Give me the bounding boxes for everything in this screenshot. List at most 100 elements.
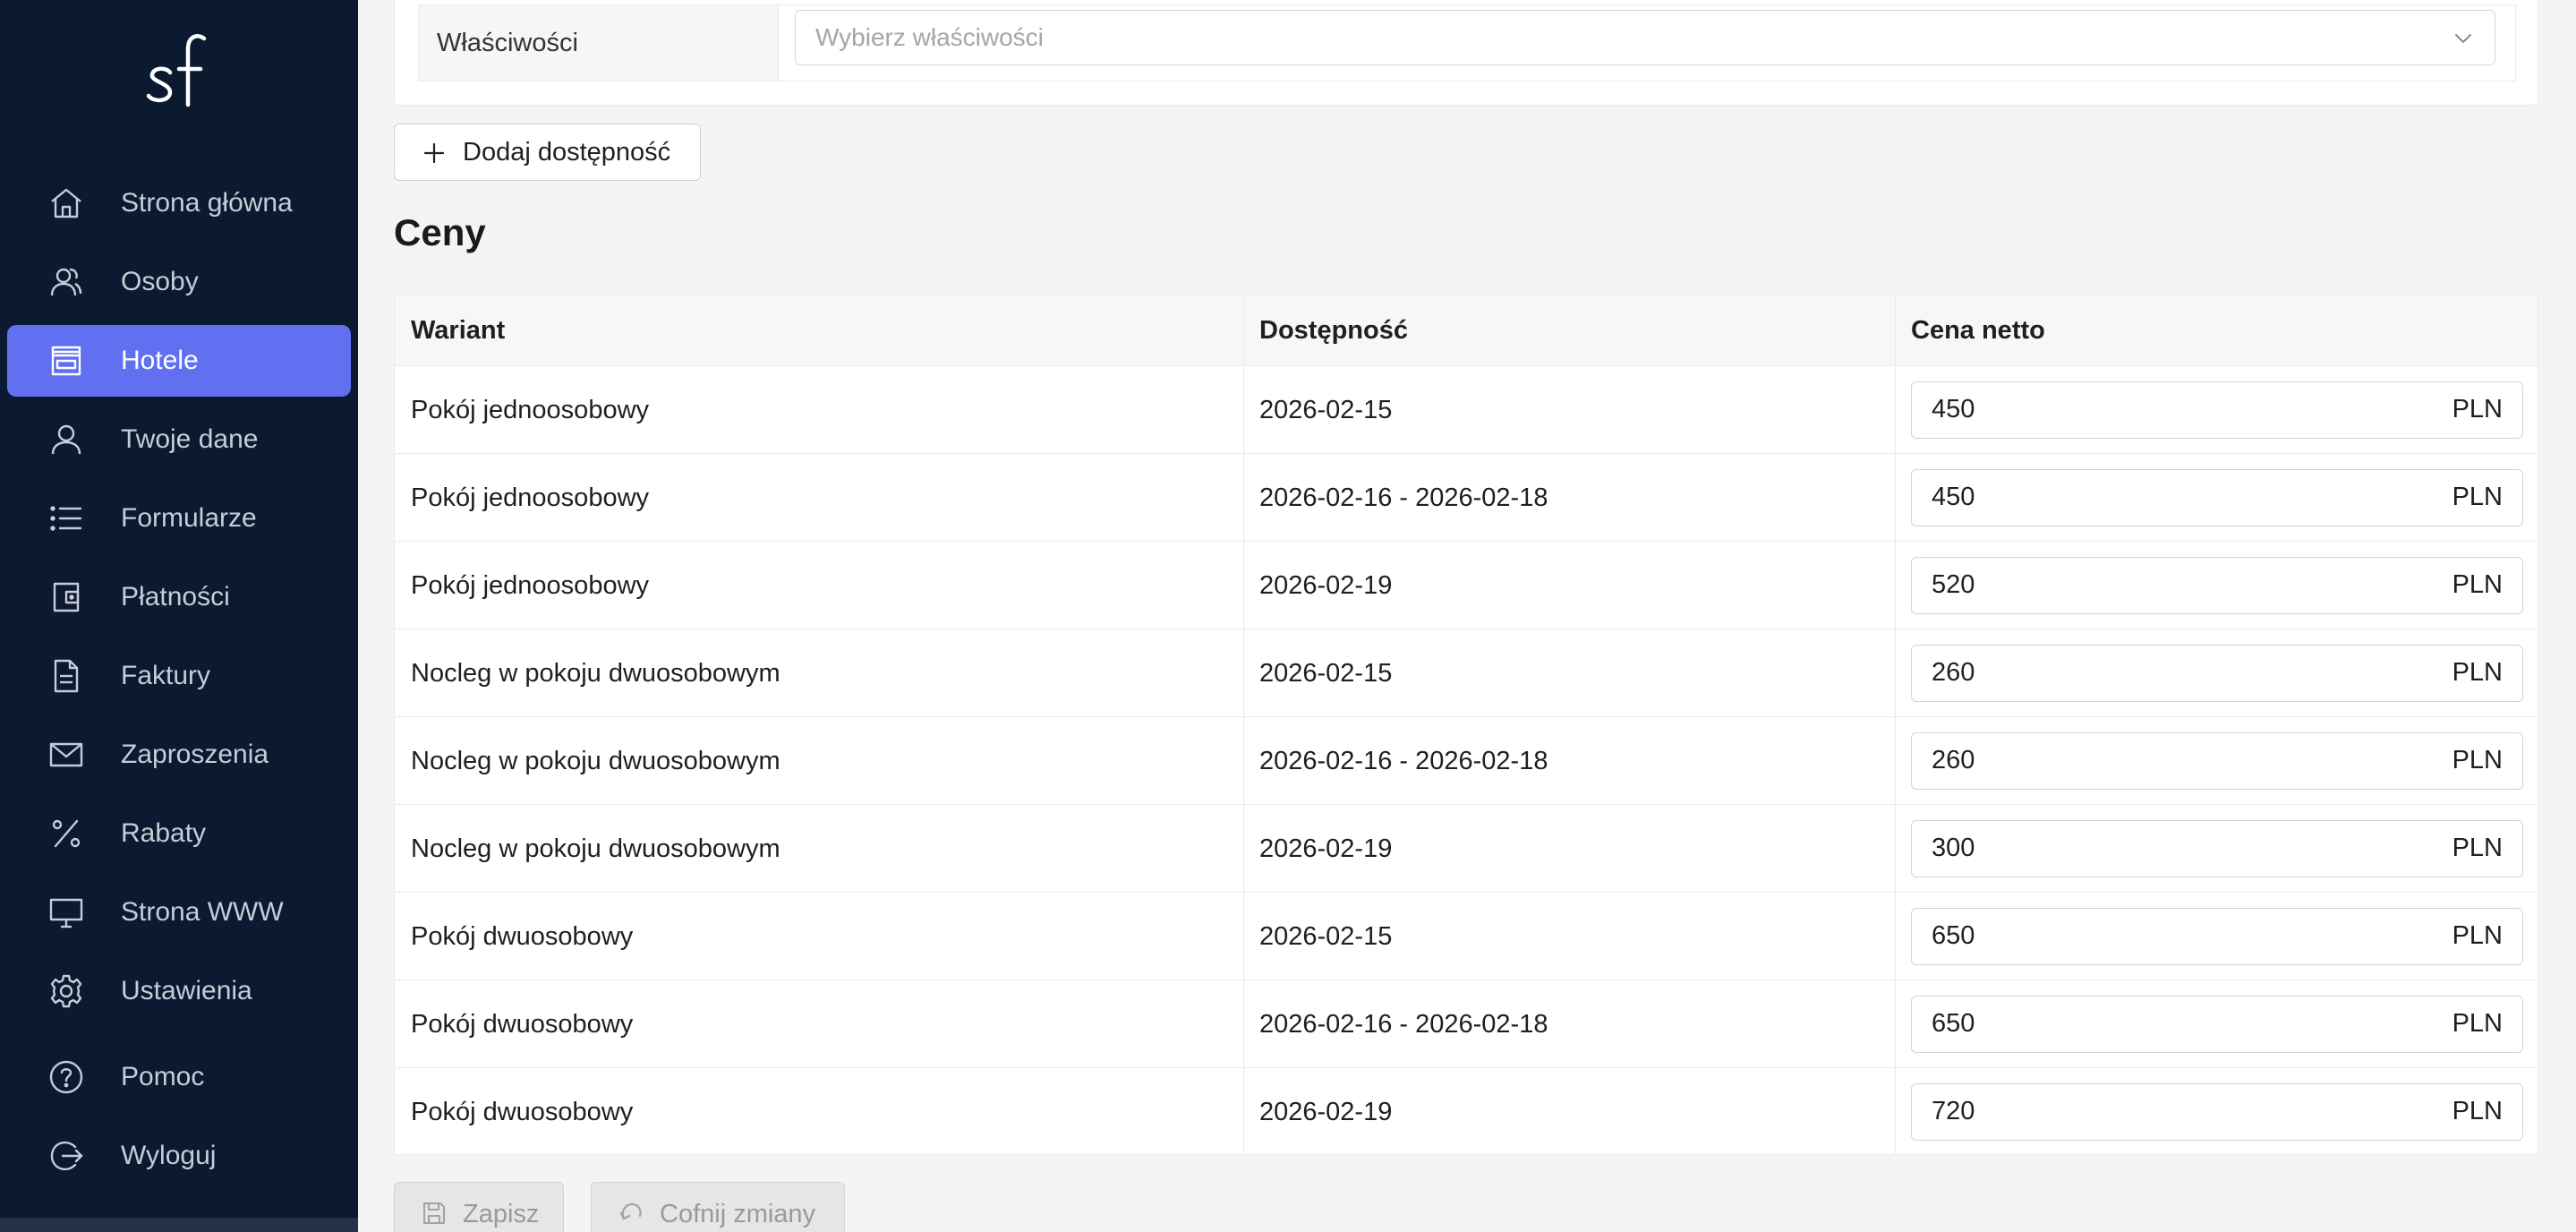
net-price-field[interactable]: PLN (1911, 645, 2523, 702)
add-availability-label: Dodaj dostępność (463, 137, 671, 167)
sidebar-item-faktury[interactable]: Faktury (7, 640, 351, 712)
invoice-icon (48, 658, 84, 694)
sidebar-item-label: Strona główna (121, 188, 293, 218)
plus-icon (422, 141, 447, 166)
sidebar-item-twoje-dane[interactable]: Twoje dane (7, 404, 351, 475)
variant-cell: Pokój jednoosobowy (411, 570, 650, 600)
table-row: Nocleg w pokoju dwuosobowym 2026-02-16 - … (395, 717, 2538, 805)
sidebar-item-label: Twoje dane (121, 424, 259, 454)
variant-cell: Nocleg w pokoju dwuosobowym (411, 746, 780, 775)
mail-icon (48, 737, 84, 773)
net-price-field[interactable]: PLN (1911, 908, 2523, 965)
variant-cell: Pokój dwuosobowy (411, 1009, 634, 1039)
properties-row: Właściwości Wybierz właściwości (418, 4, 2516, 81)
availability-cell: 2026-02-19 (1259, 570, 1393, 600)
list-icon (48, 500, 84, 536)
column-header-variant: Wariant (411, 315, 506, 345)
availability-cell: 2026-02-15 (1259, 921, 1393, 951)
currency-label: PLN (2452, 746, 2503, 774)
table-row: Pokój dwuosobowy 2026-02-19 PLN (395, 1068, 2538, 1156)
properties-placeholder: Wybierz właściwości (815, 23, 1044, 51)
sidebar-item-zaproszenia[interactable]: Zaproszenia (7, 719, 351, 791)
net-price-field[interactable]: PLN (1911, 469, 2523, 526)
availability-cell: 2026-02-16 - 2026-02-18 (1259, 1009, 1548, 1039)
save-label: Zapisz (463, 1200, 540, 1228)
net-price-input[interactable] (1912, 470, 2413, 525)
table-row: Pokój jednoosobowy 2026-02-15 PLN (395, 366, 2538, 454)
sidebar-item-label: Rabaty (121, 818, 207, 848)
net-price-input[interactable] (1912, 558, 2413, 612)
net-price-input[interactable] (1912, 821, 2413, 876)
net-price-field[interactable]: PLN (1911, 1083, 2523, 1141)
table-row: Pokój jednoosobowy 2026-02-19 PLN (395, 542, 2538, 629)
net-price-field[interactable]: PLN (1911, 381, 2523, 439)
variant-cell: Pokój jednoosobowy (411, 483, 650, 512)
variant-cell: Nocleg w pokoju dwuosobowym (411, 658, 780, 688)
table-header: Wariant Dostępność Cena netto (395, 295, 2538, 366)
save-icon (422, 1201, 447, 1226)
gear-icon (48, 973, 84, 1009)
percent-icon (48, 816, 84, 851)
sidebar-item-hotele[interactable]: Hotele (7, 325, 351, 397)
sidebar-item-platnosci[interactable]: Płatności (7, 561, 351, 633)
currency-label: PLN (2452, 570, 2503, 599)
net-price-field[interactable]: PLN (1911, 557, 2523, 614)
sidebar-item-label: Faktury (121, 661, 211, 690)
sidebar-item-wyloguj[interactable]: Wyloguj (7, 1120, 351, 1192)
currency-label: PLN (2452, 483, 2503, 511)
logout-icon (48, 1138, 84, 1174)
revert-changes-label: Cofnij zmiany (660, 1200, 816, 1228)
sidebar-item-pomoc[interactable]: Pomoc (7, 1041, 351, 1113)
variant-cell: Pokój dwuosobowy (411, 1097, 634, 1126)
people-icon (48, 264, 84, 300)
properties-select[interactable]: Wybierz właściwości (795, 10, 2495, 65)
net-price-input[interactable] (1912, 646, 2413, 700)
currency-label: PLN (2452, 395, 2503, 424)
sidebar-item-formularze[interactable]: Formularze (7, 483, 351, 554)
sidebar-item-osoby[interactable]: Osoby (7, 246, 351, 318)
net-price-input[interactable] (1912, 733, 2413, 788)
sidebar-item-label: Formularze (121, 503, 257, 533)
sidebar-item-label: Wyloguj (121, 1141, 217, 1170)
sidebar-item-label: Osoby (121, 267, 199, 296)
currency-label: PLN (2452, 834, 2503, 862)
add-availability-button[interactable]: Dodaj dostępność (394, 124, 701, 181)
net-price-input[interactable] (1912, 909, 2413, 963)
sidebar-item-ustawienia[interactable]: Ustawienia (7, 955, 351, 1027)
currency-label: PLN (2452, 921, 2503, 950)
revert-changes-button[interactable]: Cofnij zmiany (591, 1182, 845, 1232)
net-price-input[interactable] (1912, 997, 2413, 1051)
column-header-availability: Dostępność (1259, 315, 1408, 345)
availability-cell: 2026-02-15 (1259, 658, 1393, 688)
table-row: Nocleg w pokoju dwuosobowym 2026-02-19 PLN (395, 805, 2538, 893)
undo-icon (618, 1201, 644, 1226)
table-row: Pokój dwuosobowy 2026-02-15 PLN (395, 893, 2538, 980)
variant-cell: Pokój dwuosobowy (411, 921, 634, 951)
app-logo[interactable] (0, 25, 358, 133)
prices-table: Wariant Dostępność Cena netto Pokój jedn… (394, 294, 2538, 1155)
sidebar-item-label: Hotele (121, 346, 199, 375)
availability-cell: 2026-02-19 (1259, 1097, 1393, 1126)
net-price-field[interactable]: PLN (1911, 732, 2523, 790)
availability-cell: 2026-02-15 (1259, 395, 1393, 424)
home-icon (48, 185, 84, 221)
sidebar-item-label: Płatności (121, 582, 230, 612)
sidebar-footer (0, 1218, 358, 1232)
save-button[interactable]: Zapisz (394, 1182, 564, 1232)
sidebar-item-strona-www[interactable]: Strona WWW (7, 877, 351, 948)
sidebar-item-label: Ustawienia (121, 976, 252, 1005)
availability-cell: 2026-02-16 - 2026-02-18 (1259, 746, 1548, 775)
table-row: Nocleg w pokoju dwuosobowym 2026-02-15 PLN (395, 629, 2538, 717)
variant-cell: Nocleg w pokoju dwuosobowym (411, 834, 780, 863)
sidebar-item-strona-glowna[interactable]: Strona główna (7, 167, 351, 239)
net-price-input[interactable] (1912, 1084, 2413, 1139)
table-row: Pokój dwuosobowy 2026-02-16 - 2026-02-18 P… (395, 980, 2538, 1068)
wallet-icon (48, 579, 84, 615)
net-price-field[interactable]: PLN (1911, 820, 2523, 877)
table-row: Pokój jednoosobowy 2026-02-16 - 2026-02-1… (395, 454, 2538, 542)
net-price-field[interactable]: PLN (1911, 996, 2523, 1053)
sidebar-item-rabaty[interactable]: Rabaty (7, 798, 351, 869)
currency-label: PLN (2452, 658, 2503, 687)
net-price-input[interactable] (1912, 382, 2413, 437)
availability-panel: Właściwości Wybierz właściwości (394, 0, 2538, 106)
